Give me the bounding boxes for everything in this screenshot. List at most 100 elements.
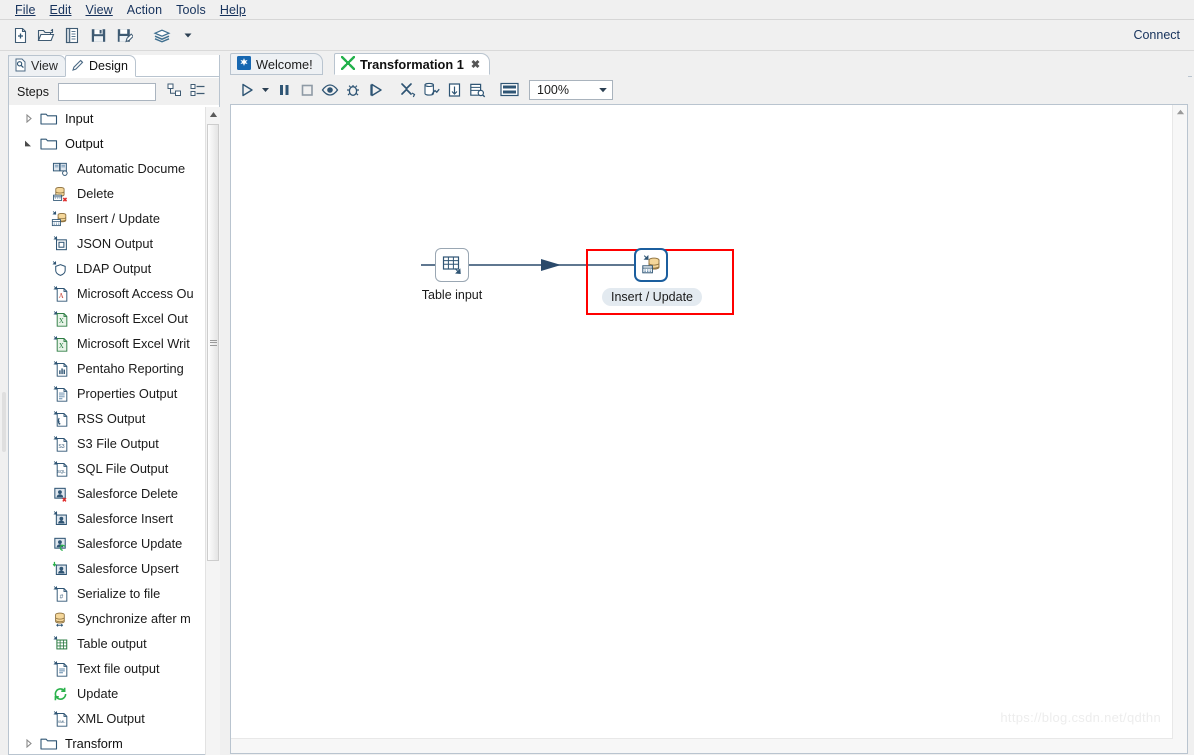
tree-step-item[interactable]: Properties Output bbox=[9, 381, 204, 406]
tree-step-item[interactable]: Text file output bbox=[9, 656, 204, 681]
tree-folder-output[interactable]: Output bbox=[9, 131, 204, 156]
tree-item-content[interactable]: Pentaho Reporting bbox=[9, 357, 184, 380]
menu-help[interactable]: Help bbox=[213, 2, 253, 18]
tree-step-item[interactable]: Table output bbox=[9, 631, 204, 656]
tree-item-content[interactable]: A Microsoft Access Ou bbox=[9, 282, 194, 305]
tree-step-item[interactable]: Update bbox=[9, 681, 204, 706]
tab-view[interactable]: View bbox=[8, 55, 66, 77]
connect-button[interactable]: Connect bbox=[1133, 28, 1180, 42]
chevron-down-icon[interactable] bbox=[598, 83, 608, 97]
tree-item-content[interactable]: Salesforce Insert bbox=[9, 507, 173, 530]
chevron-down-icon[interactable] bbox=[176, 23, 200, 47]
tree-item-content[interactable]: Salesforce Upsert bbox=[9, 557, 179, 580]
twisty-collapsed-icon[interactable] bbox=[22, 112, 35, 125]
tree-step-item[interactable]: Salesforce Upsert bbox=[9, 556, 204, 581]
menu-edit[interactable]: Edit bbox=[43, 2, 79, 18]
tab-welcome[interactable]: Welcome! bbox=[230, 53, 323, 75]
tree-item-content[interactable]: X Microsoft Excel Out bbox=[9, 307, 188, 330]
replay-icon[interactable] bbox=[365, 79, 387, 101]
canvas-horizontal-scrollbar[interactable] bbox=[231, 738, 1173, 753]
new-file-icon[interactable] bbox=[8, 23, 32, 47]
canvas-node-table-input[interactable]: Table input bbox=[422, 248, 482, 302]
tree-step-item[interactable]: A Microsoft Access Ou bbox=[9, 281, 204, 306]
tree-step-item[interactable]: RSS Output bbox=[9, 406, 204, 431]
scroll-up-arrow-icon[interactable] bbox=[1173, 105, 1187, 119]
tree-item-content[interactable]: Table output bbox=[9, 632, 147, 655]
steps-tree-scrollbar[interactable] bbox=[205, 107, 220, 755]
run-icon[interactable] bbox=[236, 79, 258, 101]
tree-item-content[interactable]: RSS Output bbox=[9, 407, 145, 430]
tree-step-item[interactable]: Salesforce Delete bbox=[9, 481, 204, 506]
table-input-icon[interactable] bbox=[435, 248, 469, 282]
tree-step-item[interactable]: Synchronize after m bbox=[9, 606, 204, 631]
tree-item-content[interactable]: S3 S3 File Output bbox=[9, 432, 159, 455]
tree-item-content[interactable]: SQL SQL File Output bbox=[9, 457, 168, 480]
menu-view[interactable]: View bbox=[79, 2, 120, 18]
tree-step-item[interactable]: X Microsoft Excel Out bbox=[9, 306, 204, 331]
tree-step-item[interactable]: X Microsoft Excel Writ bbox=[9, 331, 204, 356]
stop-icon[interactable] bbox=[296, 79, 318, 101]
close-icon[interactable]: ✖ bbox=[471, 58, 480, 71]
tree-item-content[interactable]: Properties Output bbox=[9, 382, 177, 405]
expand-all-icon[interactable] bbox=[167, 83, 183, 100]
tree-item-content[interactable]: XML XML Output bbox=[9, 707, 145, 730]
tree-item-content[interactable]: Automatic Docume bbox=[9, 157, 185, 180]
explore-repository-icon[interactable] bbox=[60, 23, 84, 47]
tab-transformation-1[interactable]: Transformation 1 ✖ bbox=[334, 53, 491, 75]
tree-step-item[interactable]: # Serialize to file bbox=[9, 581, 204, 606]
insert-update-step-icon[interactable] bbox=[634, 248, 668, 282]
tree-step-item[interactable]: Delete bbox=[9, 181, 204, 206]
tree-step-item[interactable]: S3 S3 File Output bbox=[9, 431, 204, 456]
scroll-up-arrow-icon[interactable] bbox=[206, 107, 220, 122]
canvas-node-insert-update[interactable]: Insert / Update bbox=[602, 248, 702, 306]
tree-step-item[interactable]: SQL SQL File Output bbox=[9, 456, 204, 481]
tree-item-content[interactable]: Synchronize after m bbox=[9, 607, 191, 630]
tree-step-item[interactable]: LDAP Output bbox=[9, 256, 204, 281]
menu-action[interactable]: Action bbox=[120, 2, 169, 18]
save-icon[interactable] bbox=[86, 23, 110, 47]
twisty-collapsed-icon[interactable] bbox=[22, 737, 35, 750]
save-as-icon[interactable] bbox=[112, 23, 136, 47]
canvas-vertical-scrollbar[interactable] bbox=[1172, 105, 1187, 739]
tree-step-item[interactable]: Salesforce Insert bbox=[9, 506, 204, 531]
preview-icon[interactable] bbox=[319, 79, 341, 101]
scrollbar-thumb[interactable] bbox=[207, 124, 219, 561]
open-folder-icon[interactable] bbox=[34, 23, 58, 47]
tree-step-item[interactable]: Pentaho Reporting bbox=[9, 356, 204, 381]
analyze-impact-icon[interactable] bbox=[420, 79, 442, 101]
database-explore-icon[interactable] bbox=[466, 79, 488, 101]
zoom-level-combobox[interactable]: 100% bbox=[529, 79, 613, 100]
tree-item-selected[interactable]: Insert / Update bbox=[45, 207, 167, 230]
steps-tree[interactable]: Input Output Automatic Docume Delete Insert … bbox=[9, 106, 204, 751]
tab-design[interactable]: Design bbox=[65, 55, 136, 77]
pause-icon[interactable] bbox=[273, 79, 295, 101]
tree-item-content[interactable]: Salesforce Delete bbox=[9, 482, 178, 505]
run-dropdown-icon[interactable] bbox=[259, 79, 272, 101]
tree-step-item[interactable]: XML XML Output bbox=[9, 706, 204, 731]
tree-item-content[interactable]: # Serialize to file bbox=[9, 582, 160, 605]
collapse-all-icon[interactable] bbox=[190, 83, 206, 100]
menu-tools[interactable]: Tools bbox=[169, 2, 213, 18]
panel-resize-handle[interactable] bbox=[2, 392, 6, 452]
twisty-expanded-icon[interactable] bbox=[22, 137, 35, 150]
transformation-canvas[interactable]: Table input Insert / Update https://blog… bbox=[231, 105, 1173, 739]
tree-item-content[interactable]: Delete bbox=[9, 182, 114, 205]
tree-item-selected[interactable]: LDAP Output bbox=[45, 257, 158, 280]
generate-sql-icon[interactable] bbox=[443, 79, 465, 101]
tree-step-item[interactable]: Insert / Update bbox=[9, 206, 204, 231]
tree-folder-input[interactable]: Input bbox=[9, 106, 204, 131]
menu-file[interactable]: File bbox=[8, 2, 43, 18]
tree-step-item[interactable]: Automatic Docume bbox=[9, 156, 204, 181]
layers-icon[interactable] bbox=[150, 23, 174, 47]
tree-step-item[interactable]: JSON Output bbox=[9, 231, 204, 256]
tree-step-item[interactable]: Salesforce Update bbox=[9, 531, 204, 556]
tree-item-content[interactable]: Update bbox=[9, 682, 118, 705]
steps-search-input[interactable] bbox=[57, 82, 156, 101]
tree-item-content[interactable]: Text file output bbox=[9, 657, 160, 680]
tree-item-content[interactable]: X Microsoft Excel Writ bbox=[9, 332, 190, 355]
tree-item-content[interactable]: JSON Output bbox=[9, 232, 153, 255]
tree-folder-transform[interactable]: Transform bbox=[9, 731, 204, 751]
debug-icon[interactable] bbox=[342, 79, 364, 101]
show-grid-icon[interactable] bbox=[498, 79, 520, 101]
tree-item-content[interactable]: Salesforce Update bbox=[9, 532, 182, 555]
